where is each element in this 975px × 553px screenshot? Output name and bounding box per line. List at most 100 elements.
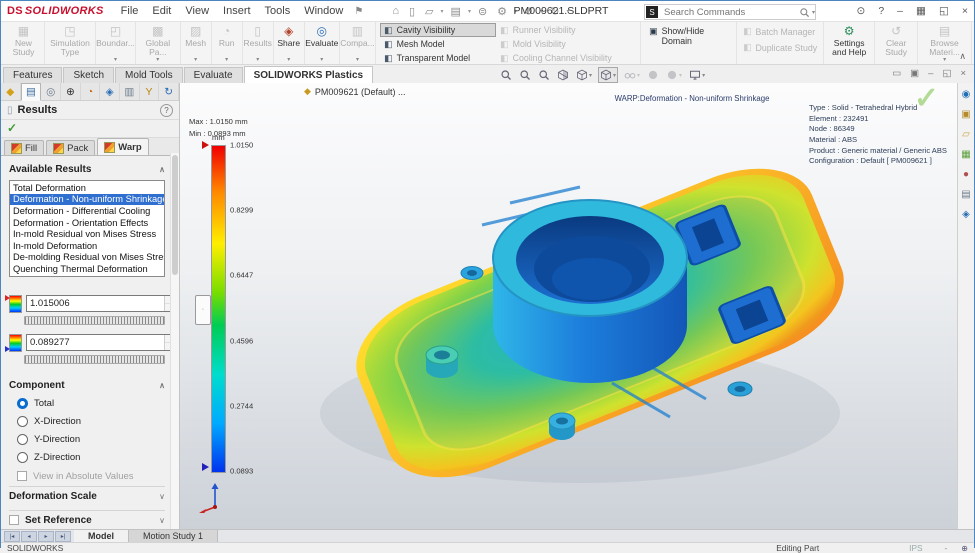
zoom-to-fit-icon[interactable]: [499, 68, 513, 82]
save-icon-caret[interactable]: ▾: [466, 8, 473, 15]
pin-icon[interactable]: ⚑: [354, 6, 363, 17]
tab-fill[interactable]: Fill: [4, 140, 45, 155]
view-palette-icon[interactable]: ▦: [961, 150, 970, 160]
toggle-cavity-visibility[interactable]: ◧ Cavity Visibility: [380, 23, 497, 37]
view-settings-icon[interactable]: ▾: [688, 68, 706, 82]
tab-pack[interactable]: Pack: [46, 140, 96, 155]
scrollbar-thumb[interactable]: [172, 155, 178, 275]
radio-total[interactable]: Total: [17, 396, 165, 411]
legend-drag-handle[interactable]: ◦: [195, 295, 211, 325]
refresh-tab-icon[interactable]: ↻: [159, 83, 180, 100]
preview-tab-icon[interactable]: ◎: [41, 83, 62, 100]
tab-scroll-button-0[interactable]: |◂: [4, 530, 20, 542]
menu-file[interactable]: File: [114, 5, 146, 17]
options-icon[interactable]: ⚙: [492, 5, 512, 18]
legend-max-marker[interactable]: [202, 141, 213, 149]
ok-check-icon[interactable]: ✓: [1, 120, 179, 138]
color-legend-bar[interactable]: [211, 145, 226, 473]
result-item[interactable]: Deformation - Non-uniform Shrinkage: [10, 193, 164, 206]
help-icon[interactable]: ?: [878, 5, 884, 17]
legend-min-marker[interactable]: [202, 463, 213, 471]
view-settings-icon-caret[interactable]: ▾: [702, 72, 705, 79]
graphics-viewport[interactable]: ◆ PM009621 (Default) ... WARP:Deformatio…: [180, 83, 957, 529]
new-window-icon[interactable]: ▭: [892, 68, 901, 79]
result-item[interactable]: In-mold Deformation: [10, 240, 164, 252]
result-item[interactable]: Quenching Thermal Deformation: [10, 263, 164, 275]
user-account-icon[interactable]: ⊙: [857, 5, 866, 17]
unit-system-label[interactable]: IPS: [909, 543, 922, 553]
result-item[interactable]: Deformation - Differential Cooling: [10, 205, 164, 217]
new-document-icon[interactable]: ▯: [404, 5, 420, 18]
menu-edit[interactable]: Edit: [145, 5, 178, 17]
radio-x-direction[interactable]: X-Direction: [17, 414, 165, 429]
result-item[interactable]: In-mold Residual von Mises Stress: [10, 228, 164, 240]
appearances-icon[interactable]: ●: [963, 170, 969, 180]
forum-icon[interactable]: ◈: [962, 210, 970, 220]
tile-icon[interactable]: ▦: [916, 5, 926, 17]
settings-and-help-button[interactable]: ⚙ Settings and Help: [824, 22, 876, 64]
minimize-icon[interactable]: –: [897, 5, 903, 17]
cascade-icon[interactable]: ▣: [910, 68, 919, 79]
tab-solidworks-plastics[interactable]: SOLIDWORKS Plastics: [243, 66, 374, 83]
open-icon-caret[interactable]: ▾: [439, 8, 446, 15]
result-item[interactable]: De-molding Residual von Mises Stress: [10, 252, 164, 264]
set-reference-checkbox[interactable]: [9, 515, 19, 526]
clamp-force-tab-icon[interactable]: ▥: [120, 83, 140, 100]
show-hide-domain-button[interactable]: ▣ Show/Hide Domain: [641, 22, 738, 64]
tab-features[interactable]: Features: [3, 67, 63, 83]
help-circle-icon[interactable]: ?: [160, 103, 173, 117]
menu-tools[interactable]: Tools: [258, 5, 298, 17]
design-library-icon[interactable]: ▣: [961, 110, 970, 120]
menu-window[interactable]: Window: [297, 5, 350, 17]
menu-view[interactable]: View: [178, 5, 216, 17]
display-style-icon-caret[interactable]: ▾: [613, 72, 616, 79]
absolute-values-checkbox[interactable]: [17, 471, 27, 482]
result-item[interactable]: Deformation - Orientation Effects: [10, 217, 164, 229]
publish-icon[interactable]: ⊜: [473, 5, 492, 18]
restore-doc-icon[interactable]: ◱: [942, 68, 951, 79]
menu-insert[interactable]: Insert: [216, 5, 258, 17]
ribbon-button-share[interactable]: ◈ Share ▾: [274, 22, 305, 64]
search-caret-icon[interactable]: ▾: [812, 9, 815, 16]
results-tab-icon[interactable]: ▤: [20, 83, 42, 101]
display-style-icon[interactable]: ▾: [598, 67, 619, 83]
tab-evaluate[interactable]: Evaluate: [183, 67, 243, 83]
ribbon-collapse-icon[interactable]: ∧: [959, 51, 966, 62]
search-input[interactable]: [662, 5, 799, 19]
ribbon-button-evaluate[interactable]: ◎ Evaluate ▾: [305, 22, 340, 64]
deformation-scale-section[interactable]: Deformation Scale ∨: [9, 485, 165, 506]
view-orientation-icon-caret[interactable]: ▾: [589, 72, 592, 79]
clear-study-button[interactable]: ↺ Clear Study: [875, 22, 919, 64]
toggle-mesh-model[interactable]: ◧ Mesh Model: [380, 37, 496, 51]
injection-location-tab-icon[interactable]: ⊕: [61, 83, 81, 100]
absolute-values-option[interactable]: View in Absolute Values: [17, 471, 165, 482]
file-explorer-icon[interactable]: ▱: [962, 130, 970, 140]
resources-icon[interactable]: ◉: [962, 90, 971, 100]
radio-z-direction[interactable]: Z-Direction: [17, 450, 165, 465]
toggle-transparent-model[interactable]: ◧ Transparent Model: [380, 51, 496, 65]
minimize-doc-icon[interactable]: –: [928, 68, 933, 79]
close-doc-icon[interactable]: ×: [960, 68, 966, 79]
result-item[interactable]: Total Deformation: [10, 182, 164, 194]
max-value-input[interactable]: [27, 296, 164, 312]
tab-scroll-button-3[interactable]: ▸|: [55, 530, 71, 542]
filter-tab-icon[interactable]: Y: [140, 83, 160, 100]
feature-tree-root[interactable]: ◆ PM009621 (Default) ...: [304, 86, 405, 97]
set-reference-section[interactable]: Set Reference ∨: [9, 509, 165, 529]
search-icon[interactable]: [799, 7, 810, 18]
component-header[interactable]: Component ∧: [9, 378, 165, 393]
restore-icon[interactable]: ◱: [939, 5, 949, 17]
available-results-header[interactable]: Available Results ∧: [9, 162, 165, 177]
home-icon[interactable]: ⌂: [387, 5, 404, 17]
close-icon[interactable]: ×: [962, 5, 968, 17]
max-value-slider[interactable]: [24, 315, 165, 325]
tab-model[interactable]: Model: [74, 530, 129, 542]
section-view-icon[interactable]: [556, 68, 570, 82]
view-orientation-icon[interactable]: ▾: [575, 68, 593, 82]
status-globe-icon[interactable]: ⊕: [961, 544, 968, 553]
plastics-wizard-tab-icon[interactable]: ◆: [1, 83, 21, 100]
tab-mold-tools[interactable]: Mold Tools: [115, 67, 183, 83]
min-value-slider[interactable]: [24, 354, 165, 364]
summary-chart-tab-icon[interactable]: ◔: [81, 83, 101, 100]
zoom-to-area-icon[interactable]: [518, 68, 532, 82]
